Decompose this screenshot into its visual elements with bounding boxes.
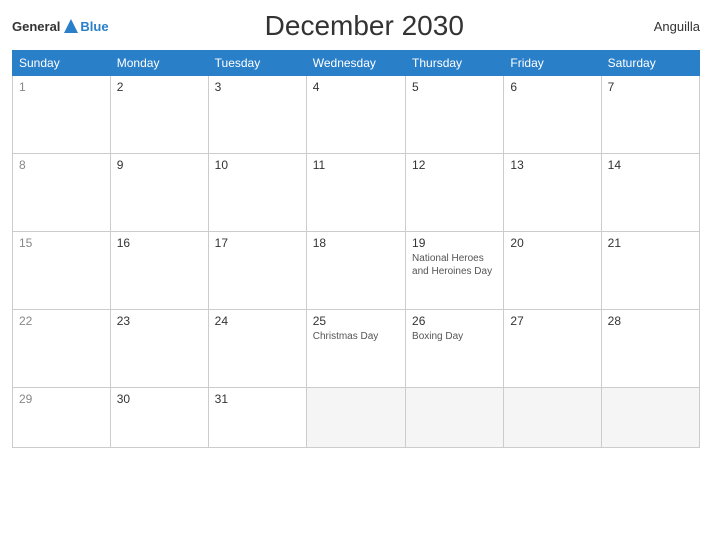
day-number: 27 bbox=[510, 314, 594, 328]
day-number: 6 bbox=[510, 80, 594, 94]
day-number: 8 bbox=[19, 158, 104, 172]
week-row-2: 89 10 11 12 13 14 bbox=[13, 154, 700, 232]
day-events: Christmas Day bbox=[313, 330, 399, 343]
weekday-friday: Friday bbox=[504, 51, 601, 76]
day-number: 2 bbox=[117, 80, 202, 94]
calendar-cell: 6 bbox=[504, 76, 601, 154]
calendar-header: General Blue December 2030 Anguilla bbox=[12, 10, 700, 42]
calendar-cell: 2 bbox=[110, 76, 208, 154]
weekday-header-row: SundayMondayTuesdayWednesdayThursdayFrid… bbox=[13, 51, 700, 76]
calendar-cell: 21 bbox=[601, 232, 699, 310]
weekday-monday: Monday bbox=[110, 51, 208, 76]
weekday-sunday: Sunday bbox=[13, 51, 111, 76]
calendar-cell bbox=[406, 388, 504, 448]
day-number: 13 bbox=[510, 158, 594, 172]
day-number: 24 bbox=[215, 314, 300, 328]
day-number: 7 bbox=[608, 80, 693, 94]
calendar-cell bbox=[601, 388, 699, 448]
day-number: 16 bbox=[117, 236, 202, 250]
calendar-cell: 17 bbox=[208, 232, 306, 310]
day-number: 31 bbox=[215, 392, 300, 406]
day-number: 29 bbox=[19, 392, 104, 406]
calendar-cell: 1 bbox=[13, 76, 111, 154]
day-number: 28 bbox=[608, 314, 693, 328]
day-number: 26 bbox=[412, 314, 497, 328]
calendar-cell: 18 bbox=[306, 232, 405, 310]
day-number: 25 bbox=[313, 314, 399, 328]
calendar-cell: 28 bbox=[601, 310, 699, 388]
day-number: 20 bbox=[510, 236, 594, 250]
day-number: 15 bbox=[19, 236, 104, 250]
day-number: 17 bbox=[215, 236, 300, 250]
calendar-cell: 12 bbox=[406, 154, 504, 232]
month-title: December 2030 bbox=[109, 10, 620, 42]
day-number: 5 bbox=[412, 80, 497, 94]
day-number: 21 bbox=[608, 236, 693, 250]
calendar-cell: 5 bbox=[406, 76, 504, 154]
week-row-4: 22 23 24 25 Christmas Day 26 Boxing Day 27 28 bbox=[13, 310, 700, 388]
day-number: 30 bbox=[117, 392, 202, 406]
calendar-cell: 15 bbox=[13, 232, 111, 310]
calendar-cell: 31 bbox=[208, 388, 306, 448]
calendar-cell: 25 Christmas Day bbox=[306, 310, 405, 388]
calendar-cell: 4 bbox=[306, 76, 405, 154]
calendar-cell: 14 bbox=[601, 154, 699, 232]
calendar-wrapper: General Blue December 2030 Anguilla Sund… bbox=[0, 0, 712, 550]
calendar-cell: 11 bbox=[306, 154, 405, 232]
calendar-cell: 24 bbox=[208, 310, 306, 388]
calendar-cell bbox=[504, 388, 601, 448]
day-number: 14 bbox=[608, 158, 693, 172]
logo-icon bbox=[62, 17, 80, 35]
calendar-cell: 20 bbox=[504, 232, 601, 310]
calendar-table: SundayMondayTuesdayWednesdayThursdayFrid… bbox=[12, 50, 700, 448]
country-label: Anguilla bbox=[620, 19, 700, 34]
calendar-cell: 29 bbox=[13, 388, 111, 448]
day-events: National Heroes and Heroines Day bbox=[412, 252, 497, 278]
calendar-cell: 23 bbox=[110, 310, 208, 388]
calendar-cell: 26 Boxing Day bbox=[406, 310, 504, 388]
day-number: 1 bbox=[19, 80, 104, 94]
day-events: Boxing Day bbox=[412, 330, 497, 343]
weekday-tuesday: Tuesday bbox=[208, 51, 306, 76]
calendar-cell: 13 bbox=[504, 154, 601, 232]
calendar-cell: 10 bbox=[208, 154, 306, 232]
calendar-cell: 3 bbox=[208, 76, 306, 154]
day-number: 22 bbox=[19, 314, 104, 328]
calendar-cell: 22 bbox=[13, 310, 111, 388]
logo-general-text: General bbox=[12, 19, 60, 34]
day-number: 11 bbox=[313, 158, 399, 172]
calendar-cell: 16 bbox=[110, 232, 208, 310]
day-number: 4 bbox=[313, 80, 399, 94]
calendar-cell: 8 bbox=[13, 154, 111, 232]
logo: General Blue bbox=[12, 17, 109, 35]
week-row-1: 1234567 bbox=[13, 76, 700, 154]
logo-blue-text: Blue bbox=[80, 19, 108, 34]
day-number: 12 bbox=[412, 158, 497, 172]
day-number: 10 bbox=[215, 158, 300, 172]
weekday-saturday: Saturday bbox=[601, 51, 699, 76]
day-number: 19 bbox=[412, 236, 497, 250]
calendar-cell bbox=[306, 388, 405, 448]
day-number: 3 bbox=[215, 80, 300, 94]
calendar-cell: 7 bbox=[601, 76, 699, 154]
calendar-cell: 27 bbox=[504, 310, 601, 388]
calendar-cell: 9 bbox=[110, 154, 208, 232]
calendar-cell: 30 bbox=[110, 388, 208, 448]
weekday-wednesday: Wednesday bbox=[306, 51, 405, 76]
day-number: 9 bbox=[117, 158, 202, 172]
day-number: 23 bbox=[117, 314, 202, 328]
week-row-3: 15 16 17 18 19 National Heroes and Heroines D… bbox=[13, 232, 700, 310]
calendar-cell: 19 National Heroes and Heroines Day bbox=[406, 232, 504, 310]
week-row-5: 29 30 31 bbox=[13, 388, 700, 448]
weekday-thursday: Thursday bbox=[406, 51, 504, 76]
day-number: 18 bbox=[313, 236, 399, 250]
